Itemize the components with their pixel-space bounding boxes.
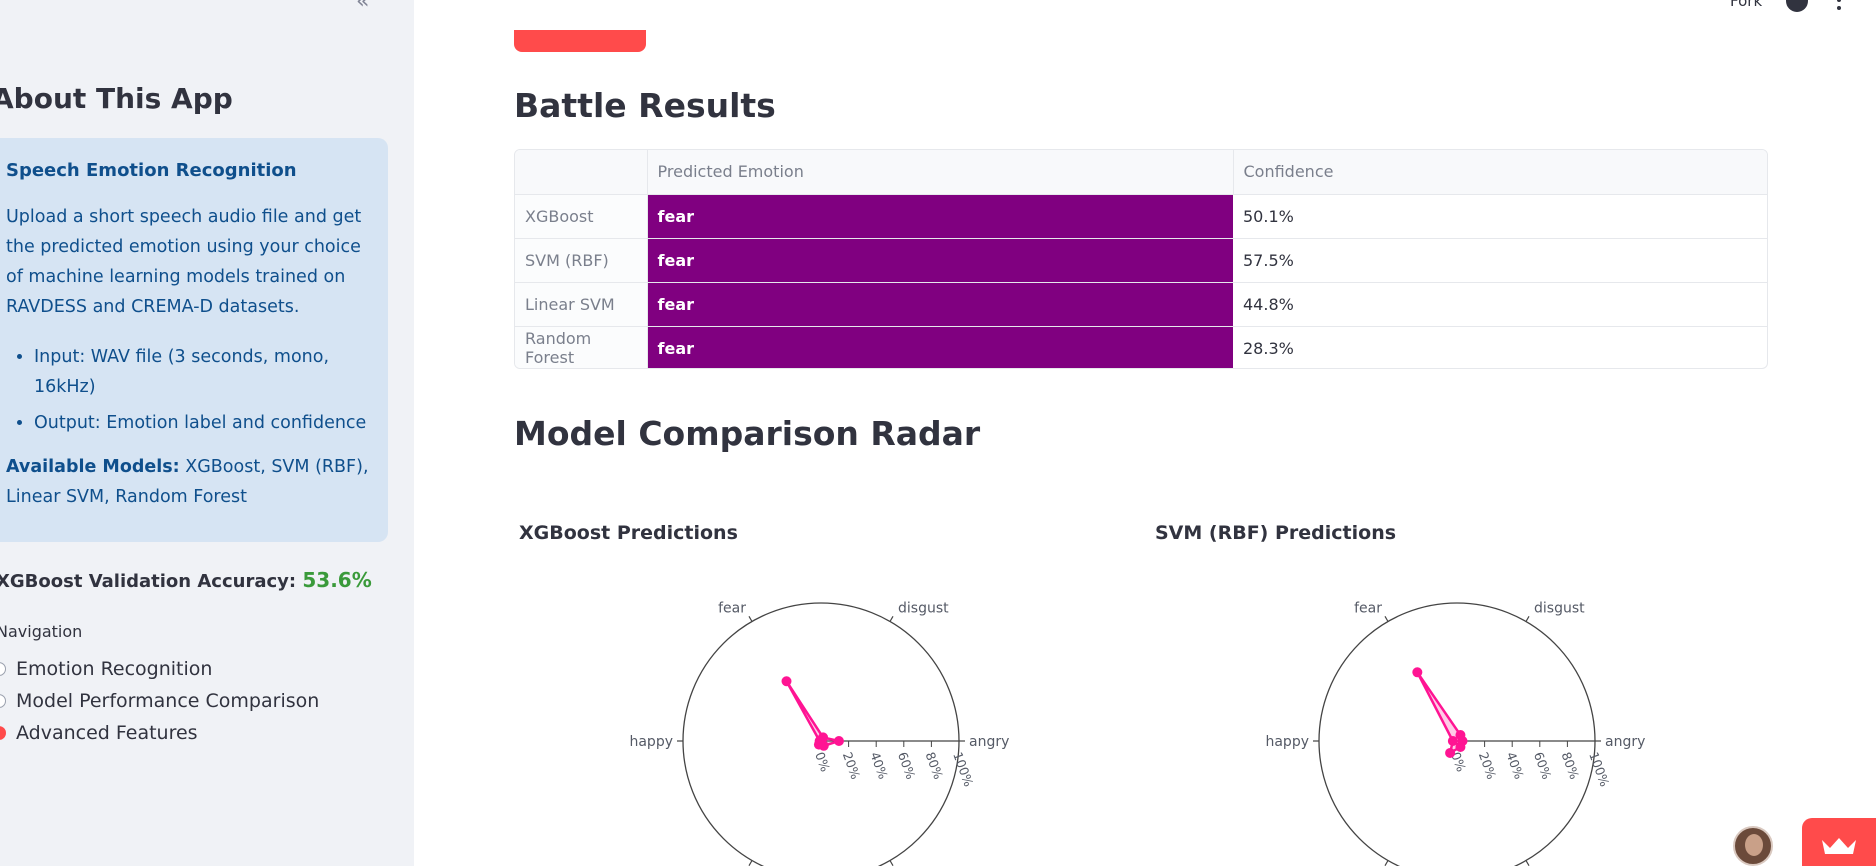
sidebar: « About This App Speech Emotion Recognit… — [0, 0, 414, 866]
radar-svg: 0% 20% 40% 60% 80% 100%fear disgusthappy angry — [1265, 601, 1645, 866]
primary-button[interactable] — [514, 30, 646, 52]
axis-label-disgust: disgust — [898, 601, 949, 617]
model-cell: Random Forest — [515, 326, 648, 368]
axis-label-fear: fear — [1354, 601, 1382, 617]
radar-point — [1412, 667, 1423, 678]
angular-tick — [748, 860, 753, 866]
nav-option-label: Model Performance Comparison — [16, 690, 320, 712]
radial-tick-label: 40% — [1503, 750, 1527, 781]
avatar[interactable] — [1733, 826, 1773, 866]
xgboost-radar-title: XGBoost Predictions — [519, 522, 738, 544]
column-header-emotion: Predicted Emotion — [647, 150, 1234, 195]
info-bullets: Input: WAV file (3 seconds, mono, 16kHz)… — [6, 342, 376, 438]
angular-tick — [1525, 615, 1530, 622]
emotion-cell: fear — [647, 238, 1233, 283]
github-icon[interactable] — [1786, 0, 1808, 12]
axis-label-angry: angry — [969, 734, 1009, 750]
radar-heading: Model Comparison Radar — [514, 414, 981, 453]
nav-option-label: Emotion Recognition — [16, 658, 213, 680]
nav-option-advanced-features[interactable]: Advanced Features — [0, 722, 198, 744]
emotion-cell: fear — [647, 194, 1233, 239]
radial-tick-label: 20% — [840, 750, 864, 781]
svm-radar-chart: 0% 20% 40% 60% 80% 100% fear disgust happy angry — [1256, 590, 1676, 866]
axis-label-happy: happy — [629, 734, 673, 750]
angular-tick — [889, 615, 894, 622]
models-label: Available Models: — [6, 457, 180, 477]
crown-icon — [1822, 838, 1856, 854]
validation-accuracy: XGBoost Validation Accuracy: 53.6% — [0, 568, 372, 592]
angular-tick — [889, 860, 894, 866]
angular-tick — [1525, 860, 1530, 866]
radar-area — [785, 679, 841, 748]
radio-button-selected[interactable] — [0, 726, 6, 740]
table-row: Random Forest fear 28.3% — [515, 326, 1767, 368]
angular-tick — [1384, 860, 1389, 866]
radial-tick-label: 100% — [950, 750, 976, 789]
radar-svg: 0% 20% 40% 60% 80% 100% fear disgust happy angry — [629, 601, 1009, 866]
radial-tick-label: 100% — [1586, 750, 1612, 789]
axis-label-disgust: disgust — [1534, 601, 1585, 617]
radial-tick-label: 0% — [812, 750, 833, 774]
fork-button[interactable]: Fork — [1730, 0, 1762, 10]
model-cell: Linear SVM — [515, 282, 648, 327]
available-models: Available Models: XGBoost, SVM (RBF), Li… — [6, 452, 376, 512]
info-bullet: Input: WAV file (3 seconds, mono, 16kHz) — [34, 342, 376, 402]
radar-point — [818, 740, 829, 751]
radio-button[interactable] — [0, 694, 6, 708]
accuracy-label: XGBoost Validation Accuracy: — [0, 571, 303, 592]
navigation-label: Navigation — [0, 622, 83, 641]
info-box: Speech Emotion Recognition Upload a shor… — [0, 138, 388, 542]
column-header-confidence: Confidence — [1233, 150, 1767, 195]
xgboost-radar-chart: 0% 20% 40% 60% 80% 100% fear disgust happy angry — [620, 590, 1040, 866]
accuracy-value: 53.6% — [302, 568, 372, 592]
axis-label-happy: happy — [1265, 734, 1309, 750]
nav-option-model-performance[interactable]: Model Performance Comparison — [0, 690, 319, 712]
svm-radar-title: SVM (RBF) Predictions — [1155, 522, 1397, 544]
radial-tick-label: 60% — [1531, 750, 1555, 781]
streamlit-crown-button[interactable] — [1802, 818, 1876, 866]
radar-point — [1455, 741, 1466, 752]
radar-point — [1445, 747, 1456, 758]
confidence-cell: 28.3% — [1243, 338, 1294, 358]
emotion-cell: fear — [647, 282, 1233, 327]
radar-point — [833, 736, 844, 746]
radial-tick-label: 20% — [1476, 750, 1500, 781]
angular-tick — [1384, 615, 1389, 622]
nav-option-emotion-recognition[interactable]: Emotion Recognition — [0, 658, 212, 680]
column-header-index — [515, 150, 648, 195]
table-row: Linear SVM fear 44.8% — [515, 282, 1767, 327]
info-bullet: Output: Emotion label and confidence — [34, 408, 376, 438]
axis-label-angry: angry — [1605, 734, 1645, 750]
radial-tick-label: 80% — [1559, 750, 1583, 781]
radio-button[interactable] — [0, 662, 6, 676]
emotion-cell: fear — [647, 326, 1233, 368]
confidence-cell: 44.8% — [1233, 282, 1767, 327]
nav-option-label: Advanced Features — [16, 722, 198, 744]
confidence-cell: 50.1% — [1233, 194, 1767, 239]
radial-tick-label: 80% — [923, 750, 947, 781]
double-chevron-left-icon[interactable]: « — [356, 0, 380, 13]
info-paragraph: Upload a short speech audio file and get… — [6, 207, 362, 317]
radial-tick-label: 40% — [867, 750, 891, 781]
axis-label-fear: fear — [718, 601, 746, 617]
battle-results-heading: Battle Results — [514, 86, 776, 125]
model-cell: XGBoost — [515, 194, 648, 239]
more-vertical-icon[interactable] — [1836, 0, 1842, 10]
table-row: XGBoost fear 50.1% — [515, 194, 1767, 239]
info-heading: Speech Emotion Recognition — [6, 160, 297, 181]
model-cell: SVM (RBF) — [515, 238, 648, 283]
sidebar-title: About This App — [0, 82, 233, 115]
confidence-cell: 57.5% — [1233, 238, 1767, 283]
table-row: SVM (RBF) fear 57.5% — [515, 238, 1767, 283]
battle-results-table: Predicted Emotion Confidence XGBoost fea… — [514, 149, 1768, 369]
angular-tick — [748, 615, 753, 622]
radial-tick-label: 60% — [895, 750, 919, 781]
radar-point — [781, 676, 792, 687]
